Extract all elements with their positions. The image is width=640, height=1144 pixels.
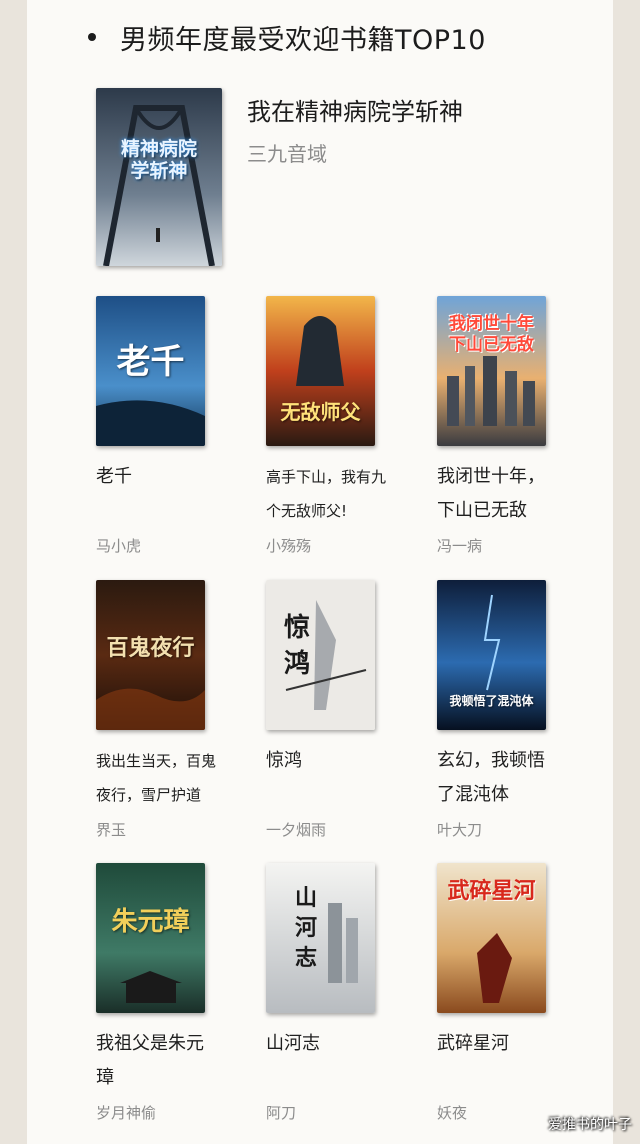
- book-author: 界玉: [96, 821, 127, 839]
- book-title[interactable]: 我祖父是朱元璋: [96, 1027, 221, 1095]
- cover-text: 我闭世十年 下山已无敌: [449, 314, 534, 355]
- cover-text: 百鬼夜行: [106, 635, 195, 661]
- book-cover[interactable]: 我闭世十年 下山已无敌: [437, 296, 546, 446]
- book-title[interactable]: 山河志: [266, 1027, 391, 1061]
- cover-text: 惊鸿: [283, 613, 310, 679]
- book-title[interactable]: 武碎星河: [437, 1027, 562, 1061]
- book-title[interactable]: 我闭世十年，下山已无敌: [437, 460, 562, 528]
- cover-text: 无敌师父: [280, 400, 361, 424]
- book-cover[interactable]: 我顿悟了混沌体: [437, 580, 546, 730]
- book-cover-featured[interactable]: 精神病院 学斩神: [96, 88, 222, 266]
- bullet-icon: [88, 33, 96, 41]
- book-cover[interactable]: 朱元璋: [96, 863, 205, 1013]
- book-cover[interactable]: 武碎星河: [437, 863, 546, 1013]
- cover-text: 武碎星河: [447, 878, 536, 904]
- featured-title[interactable]: 我在精神病院学斩神: [247, 92, 463, 127]
- book-author: 小殇殇: [266, 537, 312, 555]
- featured-cover-text: 精神病院 学斩神: [120, 138, 197, 182]
- book-cover[interactable]: 老千: [96, 296, 205, 446]
- book-cover[interactable]: 惊鸿: [266, 580, 375, 730]
- cover-text: 朱元璋: [111, 907, 190, 937]
- featured-author: 三九音域: [247, 142, 327, 166]
- book-author: 冯一病: [437, 537, 483, 555]
- book-author: 妖夜: [437, 1104, 468, 1122]
- book-title[interactable]: 老千: [96, 460, 221, 494]
- book-cover[interactable]: 无敌师父: [266, 296, 375, 446]
- book-author: 叶大刀: [437, 821, 483, 839]
- book-author: 一夕烟雨: [266, 821, 327, 839]
- book-title[interactable]: 玄幻，我顿悟了混沌体: [437, 744, 562, 812]
- book-cover[interactable]: 山河志: [266, 863, 375, 1013]
- book-author: 马小虎: [96, 537, 142, 555]
- cover-text: 山河志: [294, 885, 317, 971]
- book-cover[interactable]: 百鬼夜行: [96, 580, 205, 730]
- book-author: 阿刀: [266, 1104, 297, 1122]
- cover-text: 老千: [116, 342, 185, 382]
- book-title[interactable]: 我出生当天，百鬼夜行，雪尸护道: [96, 744, 221, 812]
- watermark: 爱推书的叶子: [548, 1117, 632, 1133]
- heading-text: 男频年度最受欢迎书籍TOP10: [120, 24, 486, 56]
- book-title[interactable]: 高手下山，我有九个无敌师父!: [266, 460, 391, 528]
- book-title[interactable]: 惊鸿: [266, 744, 391, 778]
- cover-text: 我顿悟了混沌体: [449, 694, 534, 708]
- book-author: 岁月神偷: [96, 1104, 157, 1122]
- section-heading: 男频年度最受欢迎书籍TOP10: [88, 14, 486, 60]
